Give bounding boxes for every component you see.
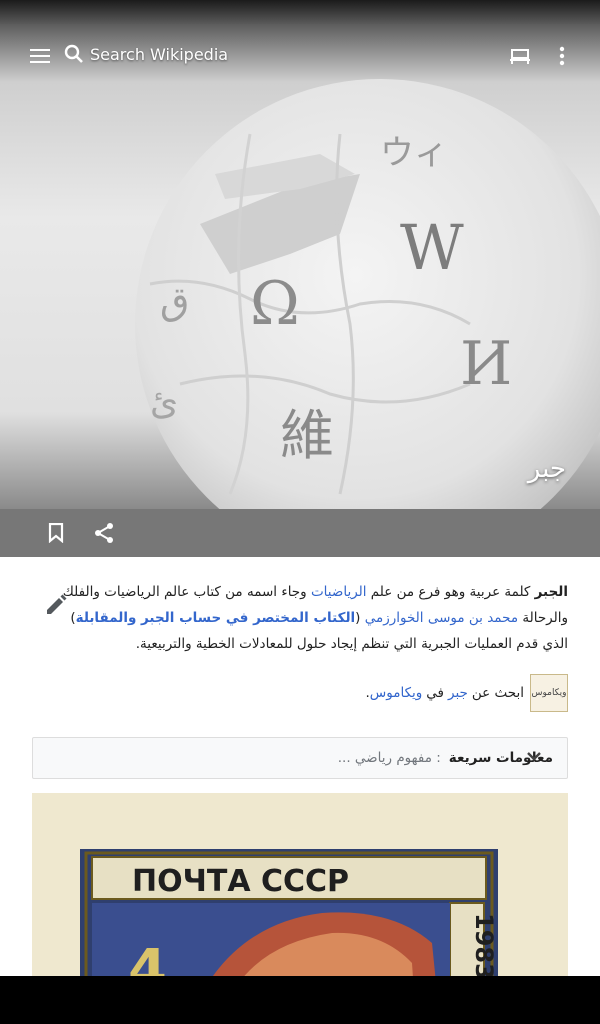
wiktionary-logo-text: ويكاموس [531,688,567,698]
stamp-header: ПОЧТА СССР [132,864,349,899]
article-action-bar [0,509,600,557]
wikipedia-globe-image: Ω W И 維 ウィ ق ئ [135,79,600,509]
link-book-text: الكتاب المختصر في حساب الجبر والمقابلة [75,610,356,626]
svg-text:W: W [400,211,464,284]
stamp-image[interactable]: ПОЧТА СССР 1983 4 [32,793,568,976]
status-bar [0,0,600,24]
quick-facts-box[interactable]: معلومات سريعة : مفهوم رياضي ... [32,737,568,779]
svg-text:ئ: ئ [150,382,178,423]
link-wiktionary[interactable]: ويكاموس [370,685,423,701]
wiktionary-box: ويكاموس ابحث عن جبر في ويكاموس. [268,674,568,712]
stamp-value: 4 [128,938,167,976]
wiktionary-logo: ويكاموس [530,674,568,712]
article-title: جبر [527,454,566,484]
wiktionary-text-3: . [365,685,370,701]
svg-text:Ω: Ω [250,269,300,339]
lead-paragraph: الجبر كلمة عربية وهو فرع من علم الرياضيا… [62,579,568,657]
more-vert-icon[interactable] [552,44,572,68]
svg-text:維: 維 [280,404,334,467]
search-bar[interactable]: Search Wikipedia [64,44,228,64]
link-wiktionary-term[interactable]: جبر [448,685,468,701]
lead-image[interactable]: Ω W И 維 ウィ ق ئ Search Wikipedia جبر [0,24,600,509]
svg-text:ウィ: ウィ [380,133,448,173]
share-icon[interactable] [93,522,115,544]
paragraph-text-1: كلمة عربية وهو فرع من علم [366,584,535,600]
stamp-year: 1983 [470,913,498,976]
system-navigation-bar [0,976,600,1024]
toolbar: Search Wikipedia [0,24,600,88]
search-input[interactable]: Search Wikipedia [90,45,228,64]
article-content: الجبر كلمة عربية وهو فرع من علم الرياضيا… [0,557,600,976]
wiktionary-text-1: ابحث عن [471,685,524,701]
stamp-illustration: ПОЧТА СССР 1983 4 [32,793,568,976]
link-book[interactable]: الكتاب المختصر في حساب الجبر والمقابلة [76,610,356,626]
menu-icon[interactable] [28,44,52,68]
reading-mode-icon[interactable] [508,44,532,68]
bold-term: الجبر [534,584,568,600]
chevron-down-icon [527,752,541,762]
bookmark-icon[interactable] [46,523,66,543]
quick-facts-value: : مفهوم رياضي ... [337,750,441,766]
link-mathematics[interactable]: الرياضيات [311,584,367,600]
wiktionary-text-2: في [426,685,445,701]
svg-text:ق: ق [160,279,189,323]
svg-text:И: И [460,329,512,399]
search-icon [64,44,84,64]
screen: Ω W И 維 ウィ ق ئ Search Wikipedia جبر الجب… [0,0,600,976]
paragraph-text-3: ( [355,610,365,626]
link-al-khwarizmi[interactable]: محمد بن موسى الخوارزمي [365,610,518,626]
